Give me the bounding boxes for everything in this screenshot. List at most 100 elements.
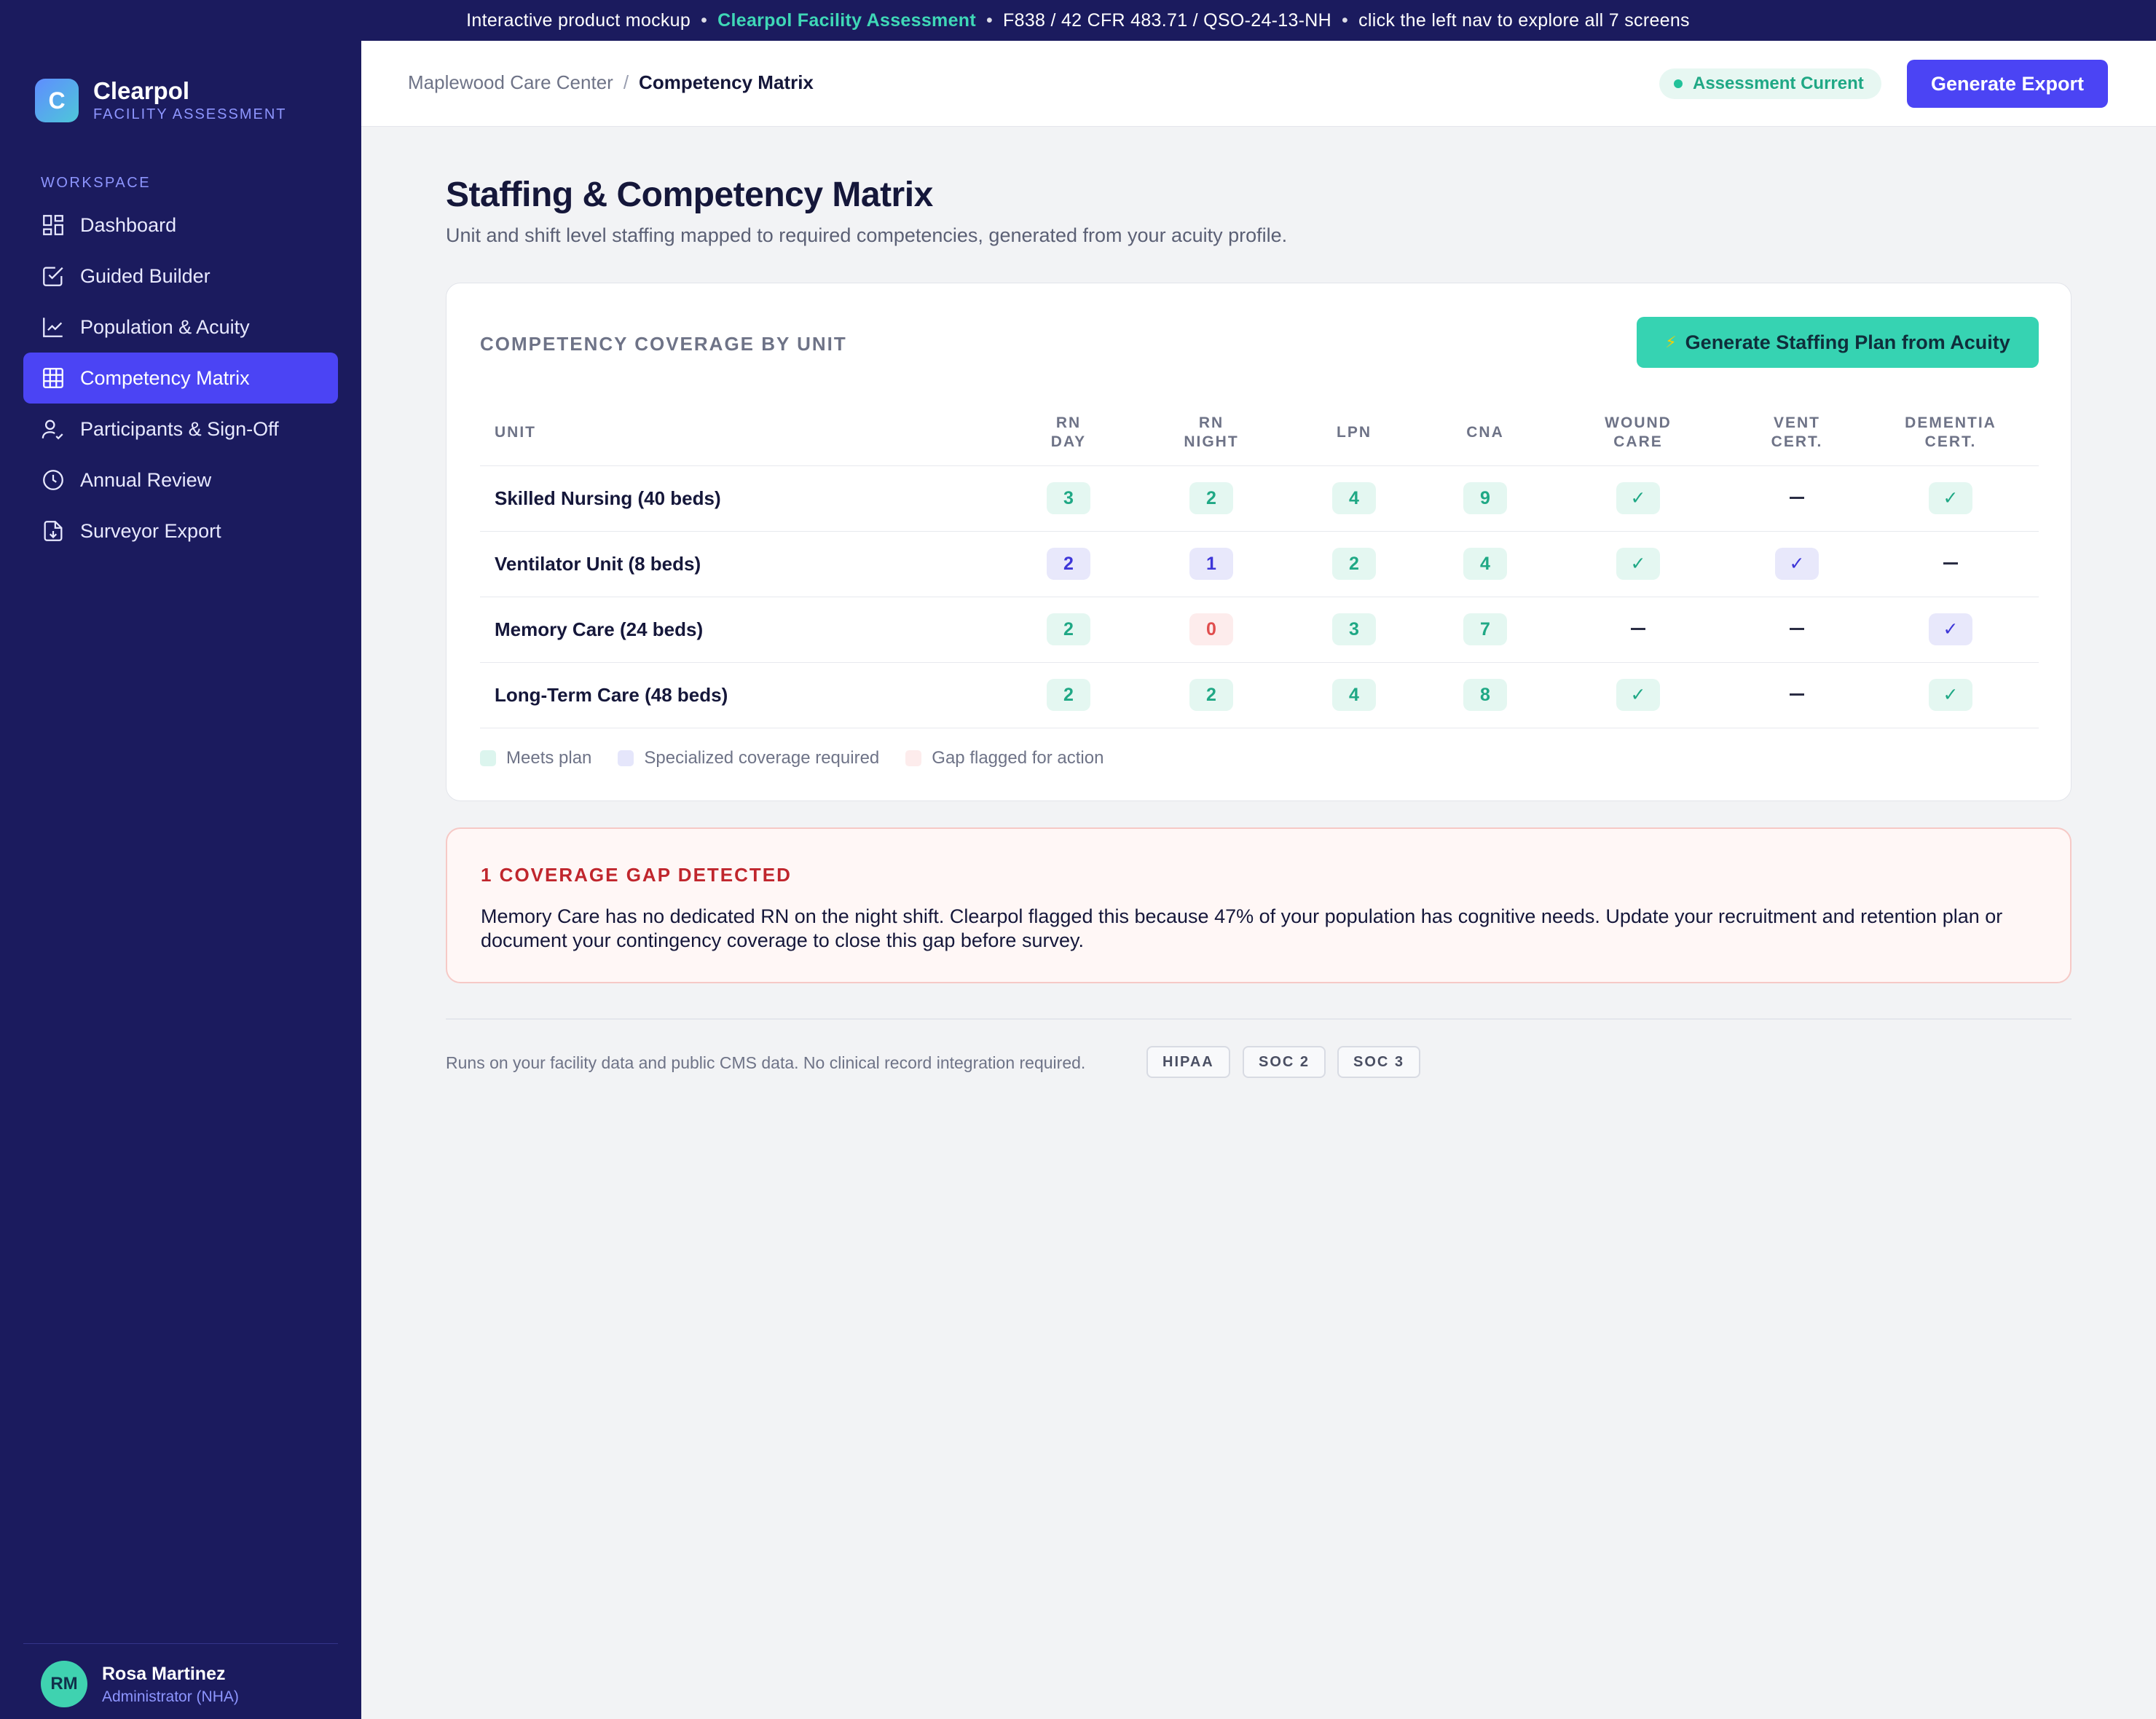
- column-header-label: VENT: [1773, 414, 1820, 431]
- not-required-dash-icon: [1943, 562, 1958, 565]
- matrix-cell: 2: [997, 597, 1140, 663]
- column-header-label: UNIT: [495, 423, 536, 441]
- avatar[interactable]: RM: [41, 1661, 87, 1707]
- sidebar-item-label: Participants & Sign-Off: [80, 417, 279, 440]
- table-row[interactable]: Long-Term Care (48 beds) 2 2 4 8 ✓ ✓: [480, 662, 2039, 728]
- sidebar-item-population-acuity[interactable]: Population & Acuity: [23, 302, 338, 353]
- legend-label: Gap flagged for action: [932, 748, 1104, 768]
- staff-count-chip: 4: [1332, 482, 1376, 514]
- breadcrumb: Maplewood Care Center / Competency Matri…: [408, 71, 814, 94]
- check-icon: ✓: [1616, 548, 1660, 580]
- status-dot-icon: [1674, 79, 1683, 88]
- table-row[interactable]: Memory Care (24 beds) 2 0 3 7 ✓: [480, 597, 2039, 663]
- competency-coverage-card: COMPETENCY COVERAGE BY UNIT ⚡ Generate S…: [446, 283, 2072, 801]
- grid-icon: [43, 368, 63, 388]
- alert-title: 1 COVERAGE GAP DETECTED: [481, 864, 792, 886]
- staff-count-chip: 2: [1047, 679, 1090, 711]
- not-required-dash-icon: [1790, 497, 1804, 500]
- column-header-label: RN: [1055, 414, 1082, 431]
- staff-count-chip: 2: [1047, 613, 1090, 645]
- sidebar-item-guided-builder[interactable]: Guided Builder: [23, 251, 338, 302]
- not-required-dash-icon: [1790, 693, 1804, 696]
- column-header: WOUND CARE: [1545, 400, 1731, 466]
- staff-count-chip: 2: [1332, 548, 1376, 580]
- sidebar-item-surveyor-export[interactable]: Surveyor Export: [23, 506, 338, 556]
- matrix-cell: [1862, 531, 2039, 597]
- sidebar-nav: Dashboard Guided Builder Population & Ac…: [23, 200, 338, 556]
- sidebar-item-label: Dashboard: [80, 213, 177, 236]
- banner-regulation: F838 / 42 CFR 483.71 / QSO-24-13-NH: [1003, 9, 1332, 31]
- table-row[interactable]: Ventilator Unit (8 beds) 2 1 2 4 ✓ ✓: [480, 531, 2039, 597]
- banner-prefix: Interactive product mockup: [466, 9, 691, 31]
- matrix-cell: 4: [1283, 662, 1425, 728]
- staff-count-chip: 7: [1463, 613, 1507, 645]
- check-icon: ✓: [1616, 679, 1660, 711]
- matrix-cell: ✓: [1545, 465, 1731, 532]
- column-header-label: CARE: [1613, 433, 1663, 450]
- status-badge: Assessment Current: [1659, 68, 1881, 99]
- banner-separator: •: [1342, 9, 1349, 31]
- user-check-icon: [42, 420, 63, 440]
- column-header: VENT CERT.: [1731, 400, 1862, 466]
- column-header: DEMENTIA CERT.: [1862, 400, 2039, 466]
- column-header-unit: UNIT: [480, 400, 997, 466]
- logo-icon: C: [35, 79, 79, 122]
- check-icon: ✓: [1929, 679, 1972, 711]
- generate-export-button[interactable]: Generate Export: [1907, 60, 2108, 108]
- matrix-cell: [1731, 662, 1862, 728]
- check-icon: ✓: [1775, 548, 1819, 580]
- banner-separator: •: [985, 9, 994, 31]
- generate-staffing-plan-button[interactable]: ⚡ Generate Staffing Plan from Acuity: [1637, 317, 2039, 368]
- page-title: Staffing & Competency Matrix: [446, 176, 933, 214]
- staff-count-chip: 4: [1463, 548, 1507, 580]
- table-row[interactable]: Skilled Nursing (40 beds) 3 2 4 9 ✓ ✓: [480, 465, 2039, 532]
- hipaa-badge: HIPAA: [1146, 1046, 1230, 1078]
- legend-item: Meets plan: [480, 748, 591, 768]
- staff-count-chip: 3: [1047, 482, 1090, 514]
- matrix-cell: [1731, 465, 1862, 532]
- footer-divider: [446, 1018, 2072, 1020]
- page-subtitle: Unit and shift level staffing mapped to …: [446, 224, 1288, 246]
- unit-name-cell: Memory Care (24 beds): [480, 597, 997, 663]
- not-required-dash-icon: [1631, 628, 1645, 631]
- lightning-icon: ⚡: [1665, 333, 1677, 351]
- column-header-label: RN: [1198, 414, 1224, 431]
- table-header-row: UNIT RN DAY RN NIGHT LPN CNA WOUND CARE VENT CERT.…: [480, 400, 2039, 466]
- user-name: Rosa Martinez: [102, 1664, 226, 1684]
- soc3-badge: SOC 3: [1337, 1046, 1421, 1078]
- legend-swatch: [905, 750, 922, 766]
- sidebar-item-competency-matrix[interactable]: Competency Matrix: [23, 353, 338, 404]
- sidebar-item-label: Competency Matrix: [80, 366, 250, 389]
- column-header: RN DAY: [997, 400, 1140, 466]
- page-header: Maplewood Care Center / Competency Matri…: [361, 41, 2156, 127]
- matrix-cell: 3: [1283, 597, 1425, 663]
- column-header-label: CERT.: [1771, 433, 1823, 450]
- legend-swatch: [480, 750, 496, 766]
- banner-hint: click the left nav to explore all 7 scre…: [1358, 9, 1690, 31]
- coverage-gap-alert: 1 COVERAGE GAP DETECTED Memory Care has …: [446, 827, 2072, 983]
- sidebar-item-label: Guided Builder: [80, 264, 211, 287]
- sidebar-item-label: Population & Acuity: [80, 315, 250, 338]
- breadcrumb-parent-link[interactable]: Maplewood Care Center: [408, 71, 613, 94]
- column-header-label: CERT.: [1924, 433, 1977, 450]
- matrix-cell: 2: [1283, 531, 1425, 597]
- matrix-cell: ✓: [1545, 662, 1731, 728]
- matrix-cell: ✓: [1862, 597, 2039, 663]
- matrix-cell: 2: [997, 662, 1140, 728]
- matrix-legend: Meets plan Specialized coverage required G…: [480, 748, 1103, 768]
- staff-count-chip: 9: [1463, 482, 1507, 514]
- sidebar-item-annual-review[interactable]: Annual Review: [23, 455, 338, 506]
- sidebar-item-dashboard[interactable]: Dashboard: [23, 200, 338, 251]
- legend-label: Specialized coverage required: [644, 748, 880, 768]
- generate-staffing-plan-label: Generate Staffing Plan from Acuity: [1685, 331, 2010, 353]
- footer-text: Runs on your facility data and public CM…: [446, 1053, 1086, 1072]
- unit-name-cell: Skilled Nursing (40 beds): [480, 465, 997, 532]
- staff-count-chip: 8: [1463, 679, 1507, 711]
- column-header-label: CNA: [1466, 423, 1504, 441]
- matrix-cell: ✓: [1731, 531, 1862, 597]
- sidebar-item-participants-sign-off[interactable]: Participants & Sign-Off: [23, 404, 338, 455]
- staff-count-chip: 4: [1332, 679, 1376, 711]
- matrix-cell: 2: [1140, 465, 1283, 532]
- matrix-cell: ✓: [1545, 531, 1731, 597]
- card-title: COMPETENCY COVERAGE BY UNIT: [480, 333, 847, 355]
